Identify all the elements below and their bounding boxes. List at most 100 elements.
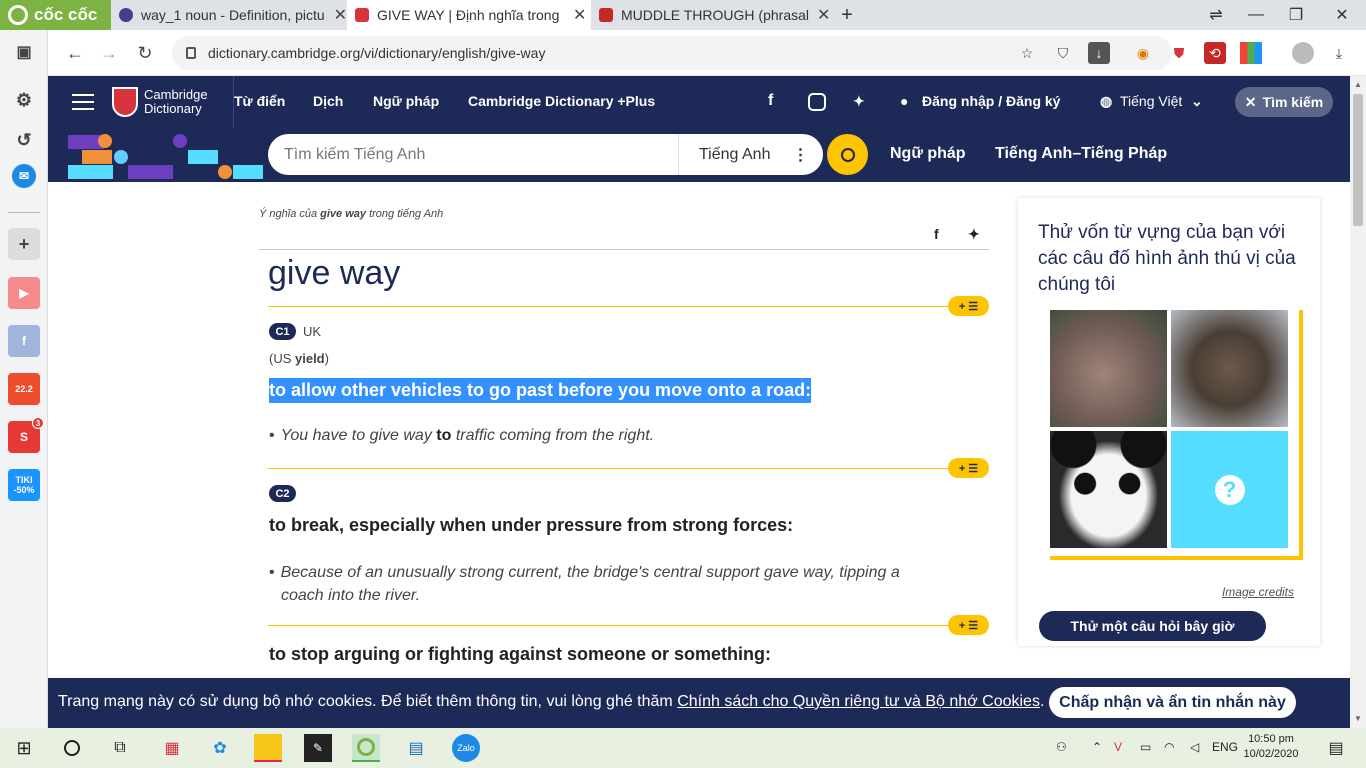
add-to-wordlist-button[interactable]: + ☰ xyxy=(948,615,989,635)
messenger-icon[interactable]: ✉ xyxy=(12,164,36,188)
scrollbar-thumb[interactable] xyxy=(1353,94,1363,226)
twitter-icon[interactable]: ✦ xyxy=(853,93,865,110)
tab-search-icon[interactable]: ⇌ xyxy=(1196,0,1236,30)
volume-icon[interactable]: ◁ xyxy=(1190,740,1199,754)
unikey-icon[interactable]: V xyxy=(1114,740,1122,754)
decor-block xyxy=(128,165,173,179)
history-icon[interactable]: ↺ xyxy=(8,124,40,156)
bookmark-star-icon[interactable]: ☆ xyxy=(1016,42,1038,64)
close-tab-icon[interactable]: ✕ xyxy=(573,5,586,25)
facebook-icon[interactable]: f xyxy=(768,92,773,110)
extension-grid-icon[interactable] xyxy=(1240,42,1262,64)
close-tab-icon[interactable]: ✕ xyxy=(334,5,347,25)
nav-grammar[interactable]: Ngữ pháp xyxy=(373,93,439,109)
people-icon[interactable]: ⚇ xyxy=(1056,740,1067,754)
search-button[interactable] xyxy=(827,134,868,175)
nav-plus[interactable]: Cambridge Dictionary +Plus xyxy=(468,93,655,109)
tab-muddle-through[interactable]: MUDDLE THROUGH (phrasal ✕ xyxy=(591,0,835,30)
settings-gear-icon[interactable]: ⚙ xyxy=(8,84,40,116)
accept-cookies-button[interactable]: Chấp nhận và ẩn tin nhắn này xyxy=(1049,687,1296,718)
sticky-notes-icon[interactable]: ✎ xyxy=(304,734,332,762)
panda-image[interactable] xyxy=(1050,431,1167,548)
app-icon[interactable]: ▤ xyxy=(402,734,430,762)
windows-start-icon[interactable]: ⊞ xyxy=(10,734,38,762)
profile-avatar[interactable] xyxy=(1292,42,1314,64)
taskbar-clock[interactable]: 10:50 pm 10/02/2020 xyxy=(1240,732,1302,762)
add-to-wordlist-button[interactable]: + ☰ xyxy=(948,458,989,478)
login-link[interactable]: Đăng nhập / Đăng ký xyxy=(922,93,1060,109)
browser-logo[interactable]: cốc cốc xyxy=(0,0,111,30)
sidebar-panel-icon[interactable]: ▣ xyxy=(8,36,40,68)
wifi-icon[interactable]: ◠ xyxy=(1164,740,1174,754)
example: • You have to give way to traffic coming … xyxy=(269,427,655,444)
clock-time: 10:50 pm xyxy=(1248,733,1294,745)
search-input[interactable] xyxy=(268,135,668,174)
facebook-icon[interactable]: f xyxy=(8,325,40,357)
battery-icon[interactable]: ▭ xyxy=(1140,740,1151,754)
scroll-up-icon[interactable]: ▲ xyxy=(1354,80,1362,89)
decor-block xyxy=(233,165,263,179)
page-scrollbar[interactable]: ▲ ▼ xyxy=(1350,76,1366,728)
zalo-icon[interactable]: Zalo xyxy=(452,734,480,762)
close-window-icon[interactable]: ✕ xyxy=(1322,0,1362,30)
sendo-icon[interactable]: S 3 xyxy=(8,417,44,453)
subnav-grammar[interactable]: Ngữ pháp xyxy=(890,145,966,163)
back-arrow-icon[interactable]: ← xyxy=(60,38,90,68)
scroll-down-icon[interactable]: ▼ xyxy=(1354,714,1362,723)
us-variant: (US yield) xyxy=(269,351,329,366)
reload-icon[interactable]: ↻ xyxy=(130,38,160,68)
cortana-search-icon[interactable] xyxy=(58,734,86,762)
hippo-image[interactable] xyxy=(1050,310,1167,427)
definition: to stop arguing or fighting against some… xyxy=(269,644,771,664)
definition: to allow other vehicles to go past befor… xyxy=(269,378,812,403)
add-to-wordlist-button[interactable]: + ☰ xyxy=(948,296,989,316)
us-word[interactable]: yield xyxy=(295,351,325,366)
tab-give-way[interactable]: GIVE WAY | Định nghĩa trong ✕ xyxy=(347,0,591,30)
task-view-icon[interactable]: ⧉ xyxy=(106,734,134,762)
tray-chevron-icon[interactable]: ⌃ xyxy=(1092,740,1102,754)
maximize-icon[interactable]: ❐ xyxy=(1276,0,1316,30)
youtube-icon[interactable]: ▶ xyxy=(8,277,40,309)
notification-badge: 3 xyxy=(32,417,44,429)
image-credits-link[interactable]: Image credits xyxy=(1222,585,1294,599)
nav-translate[interactable]: Dịch xyxy=(313,93,343,109)
coccoc-taskbar-icon[interactable] xyxy=(352,734,380,762)
mystery-image[interactable]: ? xyxy=(1171,431,1288,548)
site-header: Cambridge Dictionary Từ điển Dịch Ngữ phá… xyxy=(48,76,1350,128)
shopee-icon[interactable]: 22.2 xyxy=(8,373,40,405)
download-icon[interactable]: ↓ xyxy=(1088,42,1110,64)
privacy-policy-link[interactable]: Chính sách cho Quyền riêng tư và Bộ nhớ … xyxy=(677,693,1040,710)
quiz-title: Thử vốn từ vựng của bạn với các câu đố h… xyxy=(1038,222,1296,295)
new-tab-button[interactable]: + xyxy=(827,0,867,30)
cambridge-logo[interactable]: Cambridge Dictionary xyxy=(112,87,208,117)
forward-arrow-icon[interactable]: → xyxy=(94,38,124,68)
dictionary-language-select[interactable]: Tiếng Anh ⋮ xyxy=(678,134,823,175)
nav-dictionary[interactable]: Từ điển xyxy=(234,93,285,109)
app-icon[interactable]: ✿ xyxy=(206,734,234,762)
share-facebook-icon[interactable]: f xyxy=(934,226,939,242)
decor-dot xyxy=(98,134,112,148)
language-select[interactable]: Tiếng Việt xyxy=(1120,93,1182,109)
try-quiz-button[interactable]: Thử một câu hỏi bây giờ xyxy=(1039,611,1266,641)
crumb-suffix: trong tiếng Anh xyxy=(366,208,444,220)
extension-adblock-icon[interactable]: ⛊ xyxy=(1168,42,1190,64)
app-icon[interactable]: ▦ xyxy=(158,734,186,762)
minimize-icon[interactable]: — xyxy=(1236,0,1276,30)
downloads-arrow-icon[interactable]: ⤓ xyxy=(1328,42,1350,64)
share-twitter-icon[interactable]: ✦ xyxy=(968,226,980,243)
extension-red-icon[interactable]: ⟲ xyxy=(1204,42,1226,64)
hamburger-menu-icon[interactable] xyxy=(72,94,94,110)
tiki-icon[interactable]: TIKI -50% xyxy=(8,469,40,501)
tab-way-definition[interactable]: way_1 noun - Definition, pictu ✕ xyxy=(111,0,347,30)
search-toggle-button[interactable]: ✕ Tìm kiếm xyxy=(1235,87,1333,117)
notifications-icon[interactable]: ▤ xyxy=(1322,734,1350,762)
input-language[interactable]: ENG xyxy=(1212,740,1238,754)
instagram-icon[interactable] xyxy=(808,93,826,111)
seal-image[interactable] xyxy=(1171,310,1288,427)
subnav-english-french[interactable]: Tiếng Anh–Tiếng Pháp xyxy=(995,145,1167,163)
user-icon[interactable]: ● xyxy=(900,93,908,109)
add-shortcut-icon[interactable]: + xyxy=(8,228,40,260)
file-explorer-icon[interactable] xyxy=(254,734,282,762)
shield-icon[interactable]: ⛉ xyxy=(1052,42,1074,64)
extension-chrome-icon[interactable]: ◉ xyxy=(1132,42,1154,64)
